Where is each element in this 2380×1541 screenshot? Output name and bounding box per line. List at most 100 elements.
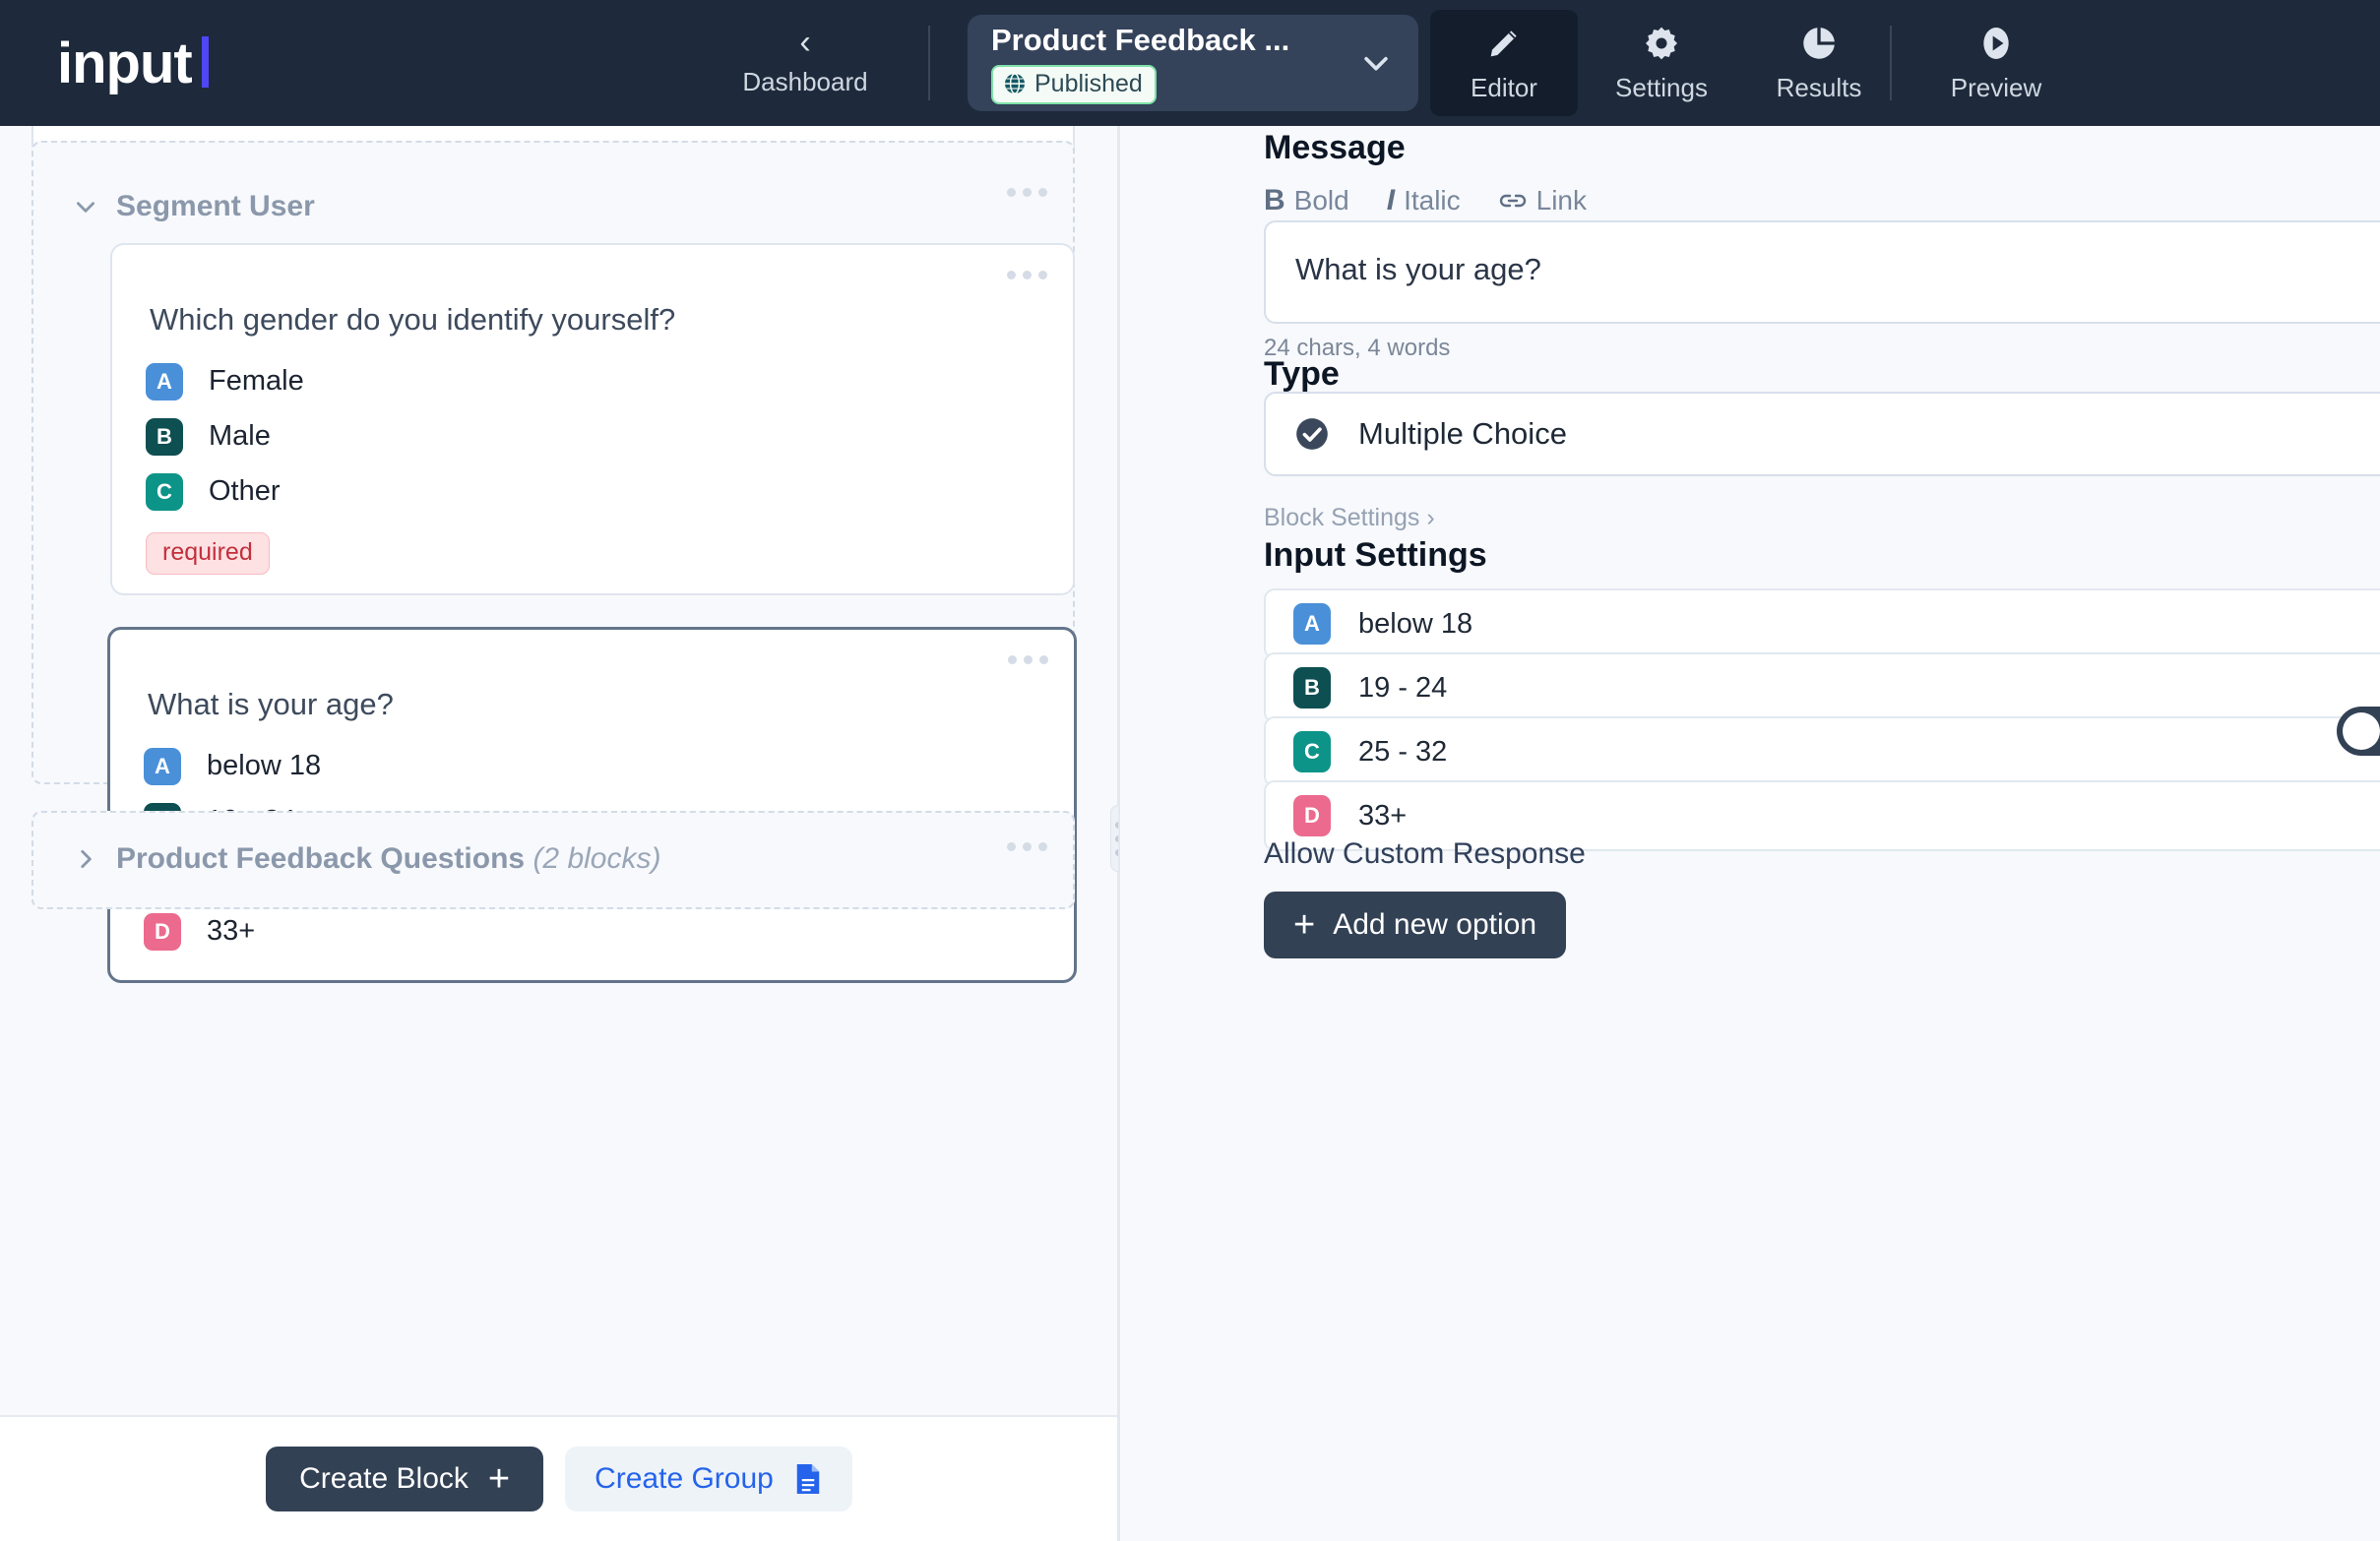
block-type-dropdown[interactable]: Multiple Choice	[1264, 392, 2380, 476]
tab-results[interactable]: Results	[1745, 10, 1893, 116]
option-key-badge: B	[1293, 667, 1331, 709]
block-settings-link[interactable]: Block Settings ›	[1264, 504, 1435, 532]
status-badge: Published	[991, 64, 1157, 104]
format-bold-label: Bold	[1293, 185, 1349, 216]
check-circle-icon	[1296, 418, 1328, 450]
tab-results-label: Results	[1776, 72, 1862, 102]
group-options-menu-icon[interactable]	[1007, 188, 1047, 197]
italic-icon: I	[1386, 184, 1396, 216]
option-key-badge: C	[146, 472, 183, 511]
option-row-c[interactable]: C 25 - 32	[1264, 716, 2380, 787]
chevron-down-icon	[1364, 56, 1388, 71]
format-italic-label: Italic	[1404, 185, 1461, 216]
tab-settings-label: Settings	[1615, 72, 1708, 102]
plus-icon: +	[487, 1458, 511, 1500]
add-new-option-label: Add new option	[1333, 908, 1537, 941]
allow-custom-response-toggle[interactable]: no	[2337, 707, 2380, 756]
globe-icon	[1005, 73, 1025, 94]
block-card-gender[interactable]: Which gender do you identify yourself? A…	[110, 243, 1075, 595]
app-logo[interactable]: input	[57, 31, 209, 96]
dot	[1008, 655, 1017, 664]
block-question-text: What is your age?	[148, 687, 394, 721]
block-group-product-feedback-questions[interactable]: Product Feedback Questions (2 blocks)	[31, 811, 1075, 909]
tab-editor[interactable]: Editor	[1430, 10, 1578, 116]
dot	[1039, 655, 1048, 664]
option-label: Female	[209, 365, 304, 397]
type-section-title: Type	[1264, 355, 1340, 393]
bold-icon: B	[1264, 184, 1285, 216]
option-key-badge: B	[146, 417, 183, 456]
block-options-menu-icon[interactable]	[1007, 271, 1047, 279]
block-question-text: Which gender do you identify yourself?	[150, 302, 676, 337]
dot	[1038, 271, 1047, 279]
dot	[1023, 271, 1032, 279]
list-item: D 33+	[144, 912, 321, 951]
rich-text-format-toolbar: B Bold I Italic Link	[1264, 184, 1587, 217]
option-key-badge: A	[1293, 603, 1331, 645]
play-icon	[1983, 27, 2009, 59]
canvas-footer-toolbar: Create Block + Create Group	[0, 1415, 1118, 1541]
create-block-label: Create Block	[299, 1462, 469, 1495]
group-title: Segment User	[116, 190, 315, 222]
nav-divider-left	[928, 26, 930, 100]
format-link-label: Link	[1535, 185, 1588, 216]
collapsed-group-count: (2 blocks)	[532, 842, 661, 875]
format-italic-button[interactable]: I Italic	[1387, 184, 1461, 217]
block-group-segment-user: Segment User Which gender do you identif…	[31, 141, 1077, 983]
tab-editor-label: Editor	[1471, 72, 1537, 102]
plus-icon: +	[1293, 904, 1316, 946]
block-card-age[interactable]: What is your age? A below 18 B 19 - 24 C…	[107, 627, 1077, 983]
dot	[1038, 188, 1047, 197]
link-icon	[1499, 194, 1526, 208]
chevron-down-icon	[77, 202, 94, 213]
create-block-button[interactable]: Create Block +	[266, 1447, 544, 1511]
block-options-menu-icon[interactable]	[1008, 655, 1048, 664]
project-selector[interactable]: Product Feedback ... Published	[968, 15, 1418, 111]
format-bold-button[interactable]: B Bold	[1264, 184, 1349, 217]
block-type-value: Multiple Choice	[1358, 416, 1567, 451]
option-label: below 18	[207, 750, 322, 781]
option-row-b[interactable]: B 19 - 24	[1264, 652, 2380, 723]
list-item: A Female	[146, 362, 304, 401]
project-title: Product Feedback ...	[991, 22, 1290, 57]
option-label: Other	[209, 475, 281, 507]
option-key-badge: D	[144, 912, 181, 951]
logo-cursor-icon	[201, 36, 209, 88]
pencil-icon	[1490, 30, 1517, 56]
dot	[1023, 188, 1032, 197]
option-value[interactable]: 25 - 32	[1358, 736, 1447, 769]
add-new-option-button[interactable]: + Add new option	[1264, 892, 1567, 958]
published-label: Published	[1034, 69, 1143, 97]
gear-icon	[1646, 27, 1677, 59]
toggle-knob	[2343, 712, 2380, 750]
group-header-segment-user[interactable]: Segment User	[73, 190, 315, 223]
dot	[1007, 271, 1016, 279]
tab-settings[interactable]: Settings	[1588, 10, 1735, 116]
list-item: C Other	[146, 472, 304, 511]
dot	[1038, 842, 1047, 851]
option-row-a[interactable]: A below 18	[1264, 588, 2380, 659]
collapsed-group-options-menu-icon[interactable]	[1007, 842, 1047, 851]
option-value[interactable]: 33+	[1358, 800, 1407, 832]
option-value[interactable]: 19 - 24	[1358, 672, 1447, 705]
dashboard-back-link[interactable]: ‹ Dashboard	[736, 26, 874, 97]
document-icon	[796, 1464, 820, 1494]
block-inspector-panel: Message B Bold I Italic Link 24 chars, 4…	[1118, 126, 2380, 1541]
chevron-right-icon	[81, 850, 92, 868]
list-item: A below 18	[144, 747, 322, 785]
dot	[1007, 188, 1016, 197]
dot	[1007, 842, 1016, 851]
option-key-badge: C	[1293, 731, 1331, 772]
option-label: 33+	[207, 915, 256, 947]
tab-preview[interactable]: Preview	[1922, 10, 2070, 116]
create-group-button[interactable]: Create Group	[565, 1447, 852, 1511]
format-link-button[interactable]: Link	[1498, 185, 1587, 216]
nav-divider-right	[1890, 26, 1892, 100]
collapsed-group-header[interactable]: Product Feedback Questions (2 blocks)	[73, 842, 660, 876]
dot	[1023, 842, 1032, 851]
collapsed-group-title: Product Feedback Questions (2 blocks)	[116, 842, 660, 876]
option-value[interactable]: below 18	[1358, 608, 1472, 641]
message-input[interactable]	[1264, 220, 2380, 324]
block-options-list: A Female B Male C Other	[146, 362, 304, 528]
dashboard-label: Dashboard	[742, 67, 868, 96]
